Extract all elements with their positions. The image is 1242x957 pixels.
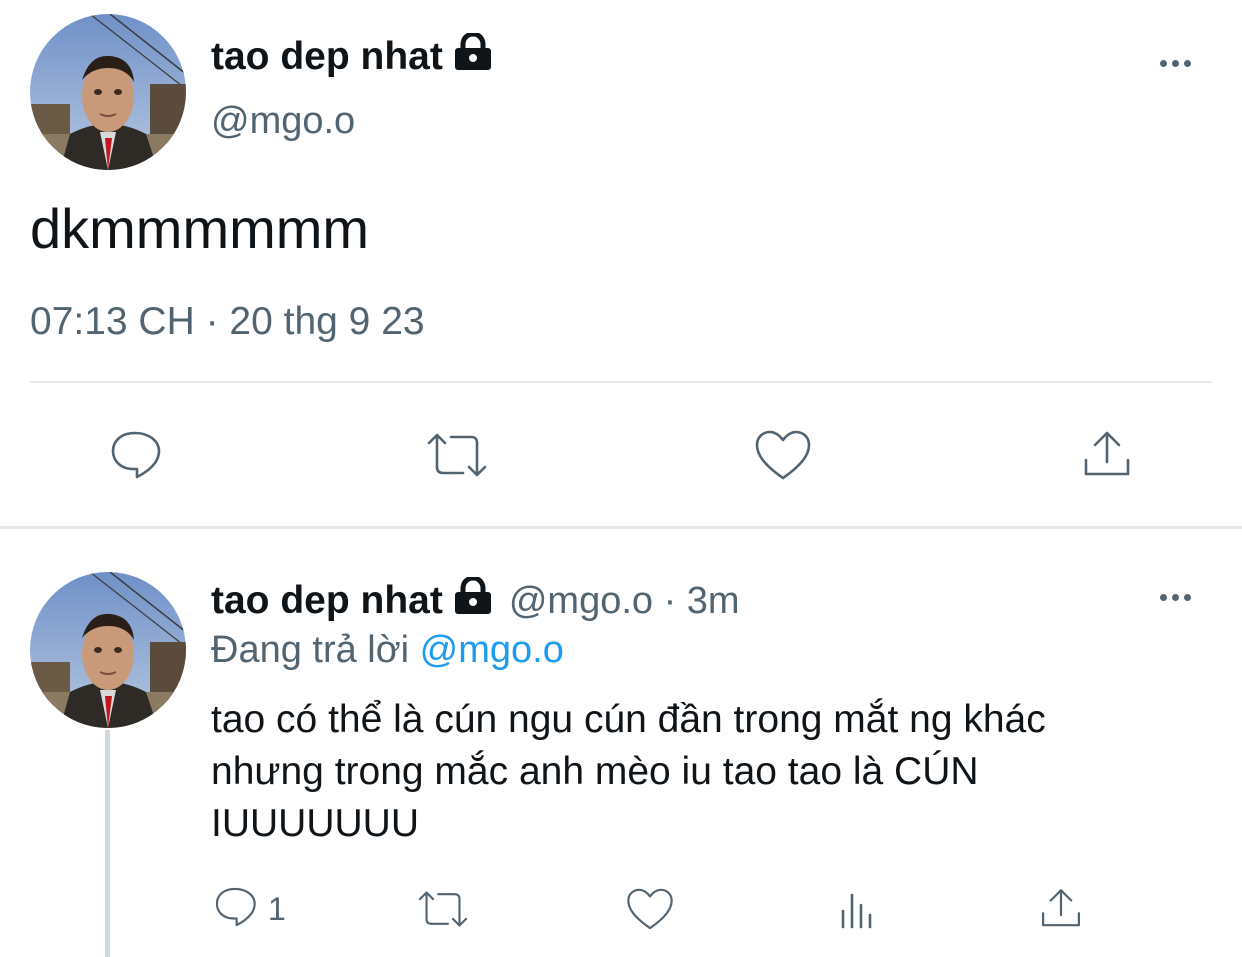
reply-text-line: tao có thể là cún ngu cún đần trong mắt … [211, 698, 1046, 741]
handle-time[interactable]: @mgo.o · 3m [509, 580, 740, 623]
tweet-text: dkmmmmmm [30, 197, 370, 260]
avatar[interactable] [30, 14, 186, 170]
display-name-text: tao dep nhat [211, 579, 443, 622]
views-icon[interactable] [832, 884, 882, 934]
handle[interactable]: @mgo.o [211, 100, 355, 143]
replying-prefix: Đang trả lời [211, 629, 410, 671]
section-divider [0, 526, 1242, 529]
share-icon[interactable] [1036, 884, 1086, 934]
display-name[interactable]: tao dep nhat [211, 575, 493, 625]
like-icon[interactable] [622, 884, 678, 934]
reply-icon[interactable] [100, 424, 170, 486]
reply-text: tao có thể là cún ngu cún đần trong mắt … [211, 694, 1046, 850]
reply-button[interactable]: 1 [212, 884, 286, 934]
retweet-icon[interactable] [414, 884, 472, 934]
more-icon[interactable] [1160, 60, 1196, 67]
reply-icon [212, 885, 258, 934]
replying-to: Đang trả lời @mgo.o [211, 629, 564, 672]
display-name-text: tao dep nhat [211, 35, 443, 78]
thread-line [105, 730, 110, 957]
reply-text-line: nhưng trong mắc anh mèo iu tao tao là CÚ… [211, 750, 979, 793]
reply-header: tao dep nhat @mgo.o · 3m [211, 575, 740, 625]
avatar[interactable] [30, 572, 186, 728]
display-name[interactable]: tao dep nhat [211, 31, 493, 81]
lock-icon [453, 575, 493, 625]
replying-to-link[interactable]: @mgo.o [420, 629, 564, 671]
reply-count: 1 [268, 890, 286, 927]
more-icon[interactable] [1160, 594, 1196, 601]
divider [30, 381, 1212, 383]
retweet-icon[interactable] [422, 424, 492, 486]
timestamp[interactable]: 07:13 CH · 20 thg 9 23 [30, 300, 425, 344]
lock-icon [453, 31, 493, 81]
reply-text-line: IUUUUUUU [211, 802, 419, 845]
share-icon[interactable] [1072, 424, 1142, 486]
like-icon[interactable] [748, 424, 818, 486]
